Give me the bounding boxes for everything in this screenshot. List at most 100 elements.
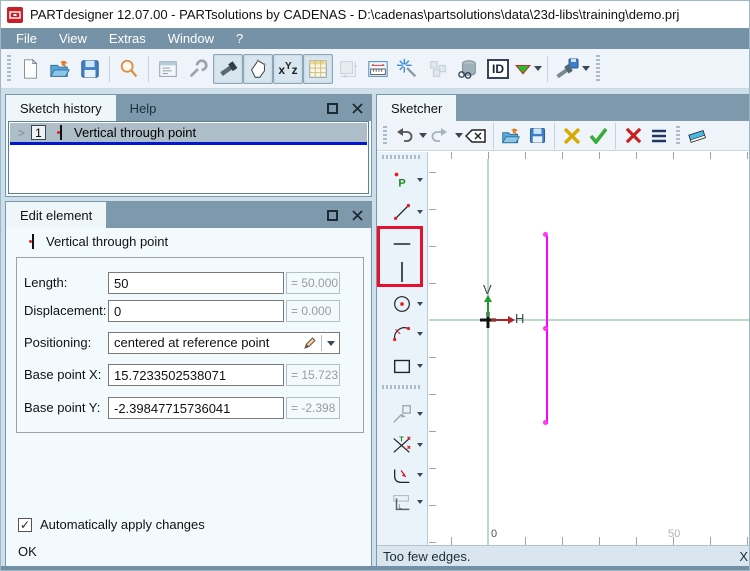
eraser-icon[interactable] [684, 124, 710, 148]
edit-element-panel: Edit element Vertical through point Leng… [5, 201, 372, 568]
pencil-icon[interactable] [303, 336, 317, 350]
palette-grip[interactable] [382, 155, 420, 159]
view-3d-bolt-icon[interactable] [213, 53, 243, 84]
edit-element-header: Edit element [6, 202, 371, 228]
base-point-y-input[interactable] [108, 397, 284, 419]
sketch-canvas[interactable]: V H 0 50 P T L [377, 152, 749, 545]
screw-save-icon[interactable] [552, 54, 592, 84]
maximize-icon[interactable] [327, 102, 338, 114]
tool-dropdown-caret[interactable] [417, 443, 423, 447]
app-window: PARTdesigner 12.07.00 - PARTsolutions by… [0, 0, 750, 571]
open-project-icon[interactable] [45, 54, 75, 84]
history-row-vertical-through-point[interactable]: > 1 Vertical through point [10, 123, 367, 142]
combo-caret-icon[interactable] [327, 341, 335, 346]
tool-dropdown-caret[interactable] [417, 473, 423, 477]
tool-dropdown-caret[interactable] [417, 302, 423, 306]
line-endpoint-bottom[interactable] [543, 420, 548, 425]
undo-icon[interactable] [391, 124, 417, 148]
maximize-icon[interactable] [327, 209, 338, 221]
menu-view[interactable]: View [48, 28, 98, 49]
discard-changes-icon[interactable] [559, 124, 585, 148]
svg-text:T: T [399, 434, 404, 443]
toolbar-grip[interactable] [7, 54, 11, 83]
view-variables-icon[interactable]: xYz [273, 53, 303, 84]
toolbar-grip[interactable] [676, 125, 680, 146]
redo-icon[interactable] [427, 124, 453, 148]
toolbar-grip[interactable] [383, 125, 387, 146]
displacement-input[interactable] [108, 300, 284, 322]
title-bar: PARTdesigner 12.07.00 - PARTsolutions by… [1, 1, 749, 28]
circle-tool[interactable] [379, 289, 425, 319]
zoom-search-icon[interactable] [114, 54, 144, 84]
trim-tool[interactable]: T [379, 430, 425, 460]
auto-apply-label: Automatically apply changes [40, 517, 205, 532]
window-list-icon[interactable] [153, 54, 183, 84]
element-type-row: Vertical through point [28, 234, 168, 249]
ok-status: OK [18, 544, 37, 559]
base-point-y-computed: = -2.398 [286, 397, 340, 419]
close-icon[interactable] [352, 209, 363, 221]
tab-help[interactable]: Help [116, 95, 171, 121]
box-dimension-icon[interactable] [333, 54, 363, 84]
displacement-label: Displacement: [24, 303, 107, 318]
arc-tool[interactable] [379, 319, 425, 349]
apply-changes-icon[interactable] [585, 124, 611, 148]
line-midpoint[interactable] [543, 326, 548, 331]
auto-apply-row: ✓ Automatically apply changes [18, 517, 205, 532]
ruler-bottom [415, 537, 749, 545]
measure-ruler-icon[interactable] [363, 54, 393, 84]
tool-dropdown-caret[interactable] [417, 412, 423, 416]
rectangle-tool[interactable] [379, 351, 425, 381]
combo-divider [321, 335, 322, 351]
displacement-computed: = 0.000 [286, 300, 340, 322]
menu-bar: File View Extras Window ? [1, 28, 749, 49]
redo-dropdown-icon[interactable] [455, 133, 463, 138]
new-document-icon[interactable] [15, 54, 45, 84]
profile-tool[interactable]: L [379, 487, 425, 517]
delete-element-icon[interactable] [620, 124, 646, 148]
v-axis-label: V [483, 282, 492, 297]
close-icon[interactable] [352, 102, 363, 114]
view-table-icon[interactable] [303, 53, 333, 84]
dropdown-caret [582, 66, 590, 71]
magic-wand-icon[interactable] [393, 54, 423, 84]
id-display-icon[interactable]: ID [483, 54, 513, 84]
menu-help[interactable]: ? [225, 28, 254, 49]
point-tool[interactable]: P [379, 165, 425, 195]
tab-sketch-history[interactable]: Sketch history [6, 95, 116, 121]
base-point-x-input[interactable] [108, 364, 284, 386]
toolbar-separator [554, 122, 555, 149]
tool-dropdown-caret[interactable] [417, 210, 423, 214]
menu-icon[interactable] [646, 124, 672, 148]
export-dropdown-icon[interactable] [513, 54, 543, 84]
tool-dropdown-caret[interactable] [417, 500, 423, 504]
menu-window[interactable]: Window [157, 28, 225, 49]
undo-dropdown-icon[interactable] [419, 133, 427, 138]
line-tool[interactable] [379, 197, 425, 227]
tool-dropdown-caret[interactable] [417, 178, 423, 182]
menu-file[interactable]: File [5, 28, 48, 49]
tool-dropdown-caret[interactable] [417, 364, 423, 368]
open-sketch-icon[interactable] [498, 124, 524, 148]
cylinder-view-icon[interactable] [453, 54, 483, 84]
tool-dropdown-caret[interactable] [417, 332, 423, 336]
auto-apply-checkbox[interactable]: ✓ [18, 517, 32, 532]
h-axis-label: H [515, 311, 525, 326]
save-icon[interactable] [75, 54, 105, 84]
view-sketch-icon[interactable] [243, 53, 273, 84]
tab-edit-element: Edit element [6, 202, 107, 228]
fillet-tool[interactable] [379, 460, 425, 490]
line-endpoint-top[interactable] [543, 232, 548, 237]
backspace-delete-icon[interactable] [463, 124, 489, 148]
projection-tool[interactable] [379, 399, 425, 429]
menu-extras[interactable]: Extras [98, 28, 157, 49]
toolbar-separator [109, 55, 110, 82]
expander-icon[interactable]: > [18, 126, 25, 140]
app-logo-icon [7, 6, 23, 23]
positioning-dropdown[interactable]: centered at reference point [108, 332, 340, 354]
toolbar-grip[interactable] [596, 54, 600, 83]
blocks-3d-icon[interactable] [423, 54, 453, 84]
save-sketch-icon[interactable] [524, 124, 550, 148]
wrench-settings-icon[interactable] [183, 54, 213, 84]
length-input[interactable] [108, 272, 284, 294]
